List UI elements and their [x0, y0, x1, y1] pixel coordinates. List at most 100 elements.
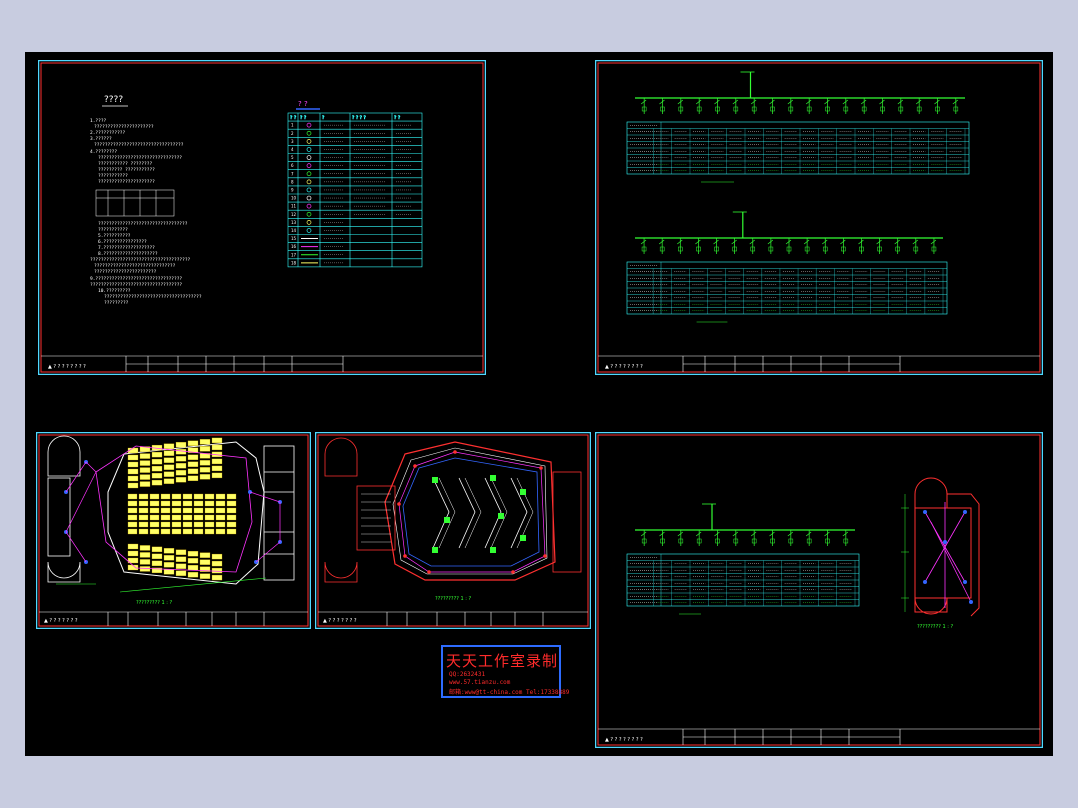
svg-text:17: 17 — [291, 252, 297, 257]
svg-text:??????????????????????: ?????????????????????? — [94, 124, 154, 130]
svg-text:12: 12 — [291, 212, 297, 217]
downlight-icon — [444, 517, 450, 523]
svg-text:?????????????????????: ????????????????????? — [98, 179, 155, 185]
legend-symbol-icon — [306, 171, 312, 177]
downlight-icon — [520, 489, 526, 495]
sheet-distribution-and-stair-detail[interactable]: ????????? 1 : ? ▲ ? ? ? ? ? ? ? ? — [595, 432, 1043, 748]
svg-text:6.????????????????: 6.???????????????? — [98, 239, 147, 245]
legend-header: ? — [322, 115, 325, 121]
left-stairs — [47, 435, 81, 583]
sheet-distribution-and-stair-detail-drawing: ????????? 1 : ? ▲ ? ? ? ? ? ? ? ? — [595, 432, 1043, 748]
legend-symbol-icon — [306, 228, 312, 233]
notes-text: 1.???? ?????????????????????? 2.????????… — [90, 118, 202, 306]
svg-text:3: 3 — [291, 139, 294, 144]
svg-text:4.????????: 4.???????? — [90, 149, 117, 155]
notes-title: ???? — [104, 95, 123, 105]
svg-text:8.????????????????????: 8.???????????????????? — [98, 251, 158, 257]
dimension-lines — [56, 577, 267, 593]
svg-text:??????????????????????????????: ????????????????????????????????? — [98, 221, 188, 227]
svg-text:16: 16 — [291, 244, 297, 249]
sheet-design-notes[interactable]: ???? 1.???? ?????????????????????? 2.???… — [38, 60, 486, 375]
svg-text:??????????????????????????????: ??????????????????????????????? — [98, 155, 182, 161]
legend-header: ? ? — [300, 115, 307, 121]
svg-text:?????????: ????????? — [104, 300, 129, 306]
svg-text:??????????????????????????????: ????????????????????????????????????? — [90, 257, 191, 263]
stair-detail — [901, 477, 980, 617]
stamp-title: 天天工作室录制 — [445, 652, 558, 670]
svg-text:7: 7 — [291, 171, 294, 176]
svg-text:▲ ? ? ? ? ? ? ? ?: ▲ ? ? ? ? ? ? ? ? — [605, 364, 643, 370]
svg-text:10: 10 — [291, 196, 297, 201]
sheet-design-notes-drawing: ???? 1.???? ?????????????????????? 2.???… — [38, 60, 486, 375]
svg-text:15: 15 — [291, 236, 297, 241]
legend-title: ? ? — [298, 100, 308, 108]
downlight-icon — [490, 547, 496, 553]
ceiling-lights — [397, 450, 547, 574]
svg-text:2.???????????: 2.??????????? — [90, 130, 126, 136]
legend-header: ? ? — [290, 115, 297, 121]
svg-text:18: 18 — [291, 260, 297, 265]
title-block-1 — [41, 355, 483, 372]
legend-symbol-icon — [306, 138, 312, 144]
legend-header: ? ? — [394, 115, 401, 121]
downlight-icon — [432, 477, 438, 483]
stamp-line-1: QQ:2632431 — [449, 671, 486, 678]
svg-text:14: 14 — [291, 228, 297, 233]
downlight-icon — [498, 513, 504, 519]
svg-text:2: 2 — [291, 131, 294, 136]
svg-text:??????????????????????????????: ???????????????????????????????????? — [104, 294, 202, 300]
system-diagram-5 — [626, 503, 860, 615]
sheet-ceiling-lighting-plan-drawing: ????????? 1 : ? ▲ ? ? ? ? ? ? ? — [315, 432, 591, 629]
svg-text:??????????????????????????????: ?????????????????????????????????? — [90, 282, 182, 288]
svg-text:1.????: 1.???? — [90, 118, 107, 124]
legend-header: ? ? ? ? — [352, 115, 366, 121]
downlight-icon — [432, 547, 438, 553]
watermark-stamp: 天天工作室录制 QQ:2632431 www.57.tianzu.com 邮箱:… — [441, 645, 569, 698]
legend-symbol-icon — [306, 155, 312, 160]
sheet-seating-lighting-plan[interactable]: ????????? 1 : ? ▲ ? ? ? ? ? ? ? — [36, 432, 311, 629]
legend-symbol-icon — [306, 122, 312, 128]
svg-text:7.???????????????????: 7.??????????????????? — [98, 245, 155, 251]
legend-symbol-icon — [306, 179, 312, 185]
legend-symbol-icon — [306, 220, 312, 225]
title-block-label: ▲ ? ? ? ? ? ? ? ? — [48, 364, 86, 370]
legend-symbol-icon — [306, 163, 312, 169]
svg-text:??????????? ????????: ??????????? ???????? — [98, 161, 152, 167]
svg-text:????????? 1 : ?: ????????? 1 : ? — [435, 596, 472, 602]
svg-text:9.????????????????????????????: 9.???????????????????????????????? — [90, 276, 182, 282]
ceiling-chevrons — [432, 477, 534, 549]
stamp-line-3: 邮箱:www@tt-china.com Tel:17338889 — [449, 689, 570, 696]
svg-text:13: 13 — [291, 220, 297, 225]
svg-text:5: 5 — [291, 155, 294, 160]
stair-treads-4 — [361, 493, 391, 543]
svg-text:????????? 1 : ?: ????????? 1 : ? — [136, 600, 173, 606]
system-diagram-lower — [626, 211, 948, 323]
svg-text:???????????????????????: ??????????????????????? — [94, 269, 157, 275]
svg-text:1: 1 — [291, 123, 294, 128]
title-block-5 — [598, 728, 1040, 745]
svg-text:11: 11 — [291, 204, 297, 209]
title-block-2 — [598, 355, 1040, 372]
right-rooms — [263, 445, 295, 581]
svg-text:▲ ? ? ? ? ? ? ? ?: ▲ ? ? ? ? ? ? ? ? — [605, 737, 643, 743]
svg-text:▲ ? ? ? ? ? ? ?: ▲ ? ? ? ? ? ? ? — [323, 618, 357, 624]
stamp-line-2: www.57.tianzu.com — [449, 679, 511, 686]
svg-text:???????????: ??????????? — [98, 227, 128, 233]
svg-text:????????? 1 : ?: ????????? 1 : ? — [917, 624, 954, 630]
svg-text:4: 4 — [291, 147, 294, 152]
svg-text:▲ ? ? ? ? ? ? ?: ▲ ? ? ? ? ? ? ? — [44, 618, 78, 624]
svg-text:3.??????: 3.?????? — [90, 136, 112, 142]
sheet-seating-lighting-plan-drawing: ????????? 1 : ? ▲ ? ? ? ? ? ? ? — [36, 432, 311, 629]
title-block-4 — [318, 611, 588, 626]
downlight-icon — [520, 535, 526, 541]
legend-symbol-icon — [306, 130, 312, 136]
drawing-canvas[interactable]: ???? 1.???? ?????????????????????? 2.???… — [25, 52, 1053, 756]
sheet-ceiling-lighting-plan[interactable]: ????????? 1 : ? ▲ ? ? ? ? ? ? ? — [315, 432, 591, 629]
legend-symbol-icon — [306, 147, 312, 152]
sheet-distribution-diagrams[interactable]: ▲ ? ? ? ? ? ? ? ? — [595, 60, 1043, 375]
legend-symbol-icon — [306, 195, 312, 201]
svg-text:???????????: ??????????? — [98, 173, 128, 179]
legend-symbol-icon — [306, 203, 312, 209]
legend-symbol-icon — [306, 187, 312, 193]
svg-text:5.??????????: 5.?????????? — [98, 233, 131, 239]
